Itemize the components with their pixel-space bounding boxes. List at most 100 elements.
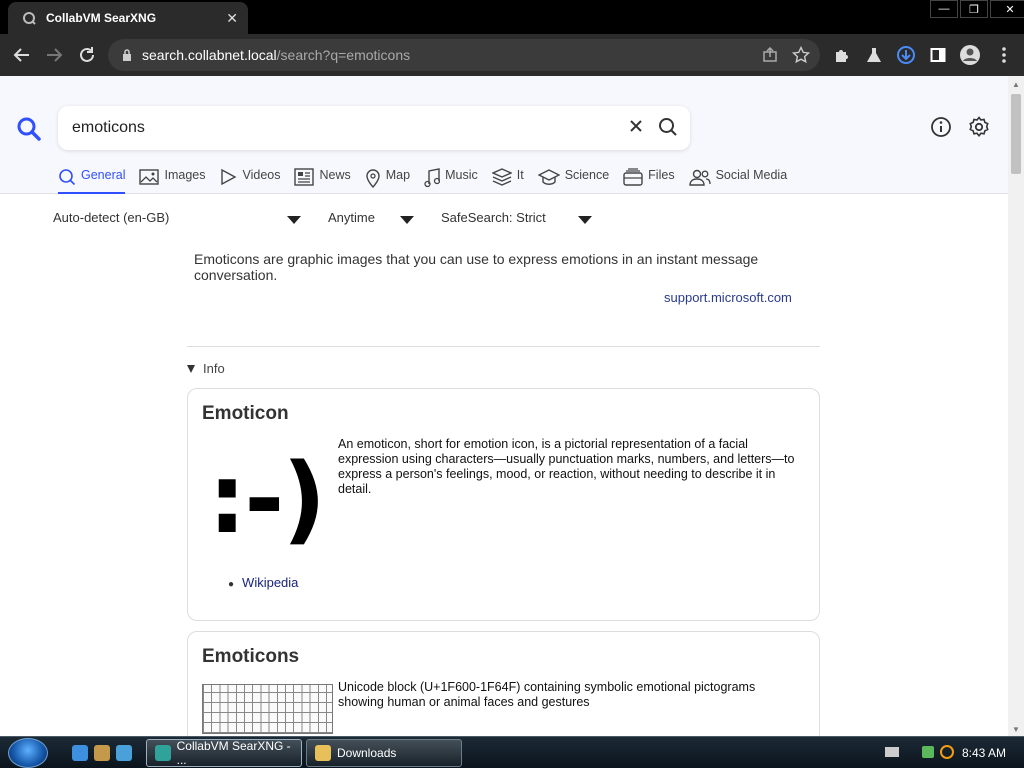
triangle-down-icon: [187, 364, 195, 373]
settings-gear-icon[interactable]: [968, 116, 990, 143]
taskbar-browser-button[interactable]: CollabVM SearXNG - ...: [146, 739, 302, 767]
tab-news[interactable]: News: [294, 168, 351, 194]
searxng-logo-icon[interactable]: [16, 116, 42, 147]
search-submit-icon[interactable]: [658, 117, 678, 142]
window-close-icon[interactable]: ✕: [990, 0, 1024, 18]
tab-label: General: [81, 168, 126, 182]
info-toggle-label: Info: [203, 361, 225, 376]
browser-toolbar: search.collabnet.local/search?q=emoticon…: [0, 34, 1024, 76]
newspaper-icon: [294, 168, 315, 186]
clock[interactable]: 8:43 AM: [962, 746, 1006, 760]
tab-label: It: [516, 168, 524, 182]
labs-flask-icon[interactable]: [862, 43, 886, 67]
infobox-emoticons-block: Emoticons Unicode block (U+1F600-1F64F) …: [187, 631, 820, 736]
lock-icon: [122, 49, 132, 61]
page-scrollbar[interactable]: ▲ ▼: [1008, 76, 1024, 736]
answer-text: Emoticons are graphic images that you ca…: [194, 251, 759, 283]
wikipedia-link[interactable]: Wikipedia: [242, 575, 298, 590]
info-toggle[interactable]: Info: [187, 361, 225, 376]
extensions-puzzle-icon[interactable]: [830, 43, 854, 67]
info-circle-icon[interactable]: [930, 116, 952, 143]
forward-icon[interactable]: [42, 43, 66, 67]
show-desktop-icon[interactable]: [94, 745, 110, 761]
taskbar-downloads-button[interactable]: Downloads: [306, 739, 462, 767]
keyboard-icon[interactable]: [885, 747, 899, 757]
window-controls: — ❐ ✕: [928, 0, 1024, 18]
browser-menu-icon[interactable]: [992, 43, 1016, 67]
share-icon[interactable]: [762, 46, 778, 66]
restore-icon[interactable]: ❐: [960, 0, 988, 18]
tab-science[interactable]: Science: [537, 168, 610, 194]
tab-close-icon[interactable]: ✕: [226, 10, 238, 27]
searxng-page: emoticons General Images Videos News Map…: [0, 76, 1008, 736]
tab-videos[interactable]: Videos: [219, 168, 280, 194]
network-icon[interactable]: [922, 746, 934, 758]
chevron-down-icon[interactable]: [578, 216, 592, 224]
folder-icon: [315, 745, 331, 761]
category-tabs: General Images Videos News Map Music It …: [58, 168, 801, 194]
scrollbar-thumb[interactable]: [1011, 94, 1021, 174]
tab-label: Videos: [242, 168, 281, 182]
task-label: CollabVM SearXNG - ...: [176, 739, 291, 767]
search-tray-icon[interactable]: [940, 745, 954, 759]
map-pin-icon: [365, 168, 381, 188]
tab-images[interactable]: Images: [139, 168, 205, 194]
chevron-down-icon[interactable]: [400, 216, 414, 224]
time-range-select[interactable]: Anytime: [328, 210, 375, 225]
search-box[interactable]: emoticons: [58, 106, 690, 150]
infobox-title: Emoticons: [202, 646, 300, 667]
url-path: /search?q=emoticons: [276, 47, 411, 63]
browser-tab[interactable]: CollabVM SearXNG ✕: [8, 2, 248, 34]
tab-label: Social Media: [715, 168, 788, 182]
windows-taskbar: CollabVM SearXNG - ... Downloads 8:43 AM: [0, 736, 1024, 768]
screen: CollabVM SearXNG ✕ — ❐ ✕ search.collabne…: [0, 0, 1024, 768]
scroll-up-icon[interactable]: ▲: [1012, 80, 1020, 89]
tab-map[interactable]: Map: [365, 168, 410, 194]
language-select[interactable]: Auto-detect (en-GB): [53, 210, 169, 225]
chrome-icon: [155, 745, 171, 761]
tab-label: Images: [164, 168, 206, 182]
tab-it[interactable]: It: [491, 168, 524, 194]
address-bar[interactable]: search.collabnet.local/search?q=emoticon…: [108, 39, 820, 71]
url-host: search.collabnet.local: [142, 47, 277, 63]
tab-music[interactable]: Music: [424, 168, 478, 194]
music-note-icon: [424, 168, 441, 188]
chevron-down-icon[interactable]: [287, 216, 301, 224]
image-icon: [139, 168, 160, 186]
safesearch-select[interactable]: SafeSearch: Strict: [441, 210, 546, 225]
searxng-favicon-icon: [22, 11, 36, 25]
minimize-icon[interactable]: —: [930, 0, 958, 18]
emoticon-image: :-): [208, 443, 326, 555]
search-icon: [58, 168, 76, 186]
back-icon[interactable]: [10, 43, 34, 67]
side-panel-icon[interactable]: [926, 43, 950, 67]
answer-source-link[interactable]: support.microsoft.com: [664, 290, 792, 305]
download-icon[interactable]: [894, 43, 918, 67]
bookmark-star-icon[interactable]: [791, 45, 811, 67]
reload-icon[interactable]: [75, 43, 99, 67]
file-stack-icon: [623, 168, 643, 186]
tab-label: Science: [564, 168, 610, 182]
start-button-icon[interactable]: [8, 738, 48, 768]
tab-label: Map: [385, 168, 411, 182]
clear-search-icon[interactable]: [628, 118, 644, 139]
tab-label: News: [319, 168, 351, 182]
tab-files[interactable]: Files: [623, 168, 675, 194]
tab-label: Music: [445, 168, 478, 182]
play-icon: [219, 168, 237, 186]
tab-title: CollabVM SearXNG: [46, 11, 157, 25]
tab-general[interactable]: General: [58, 168, 126, 194]
search-input[interactable]: emoticons: [72, 119, 145, 137]
infobox-title: Emoticon: [202, 403, 289, 424]
infobox-emoticon: Emoticon :-) An emoticon, short for emot…: [187, 388, 820, 621]
profile-avatar-icon[interactable]: [958, 43, 982, 67]
wikipedia-link-item[interactable]: ● Wikipedia: [228, 575, 298, 590]
tab-social-media[interactable]: Social Media: [688, 168, 788, 194]
scroll-down-icon[interactable]: ▼: [1012, 725, 1020, 734]
internet-explorer-icon[interactable]: [72, 745, 88, 761]
infobox-description: An emoticon, short for emotion icon, is …: [338, 437, 795, 496]
task-label: Downloads: [337, 746, 397, 760]
bullet-icon: ●: [228, 579, 235, 590]
switch-windows-icon[interactable]: [116, 745, 132, 761]
infobox-description: Unicode block (U+1F600-1F64F) containing…: [338, 680, 756, 709]
